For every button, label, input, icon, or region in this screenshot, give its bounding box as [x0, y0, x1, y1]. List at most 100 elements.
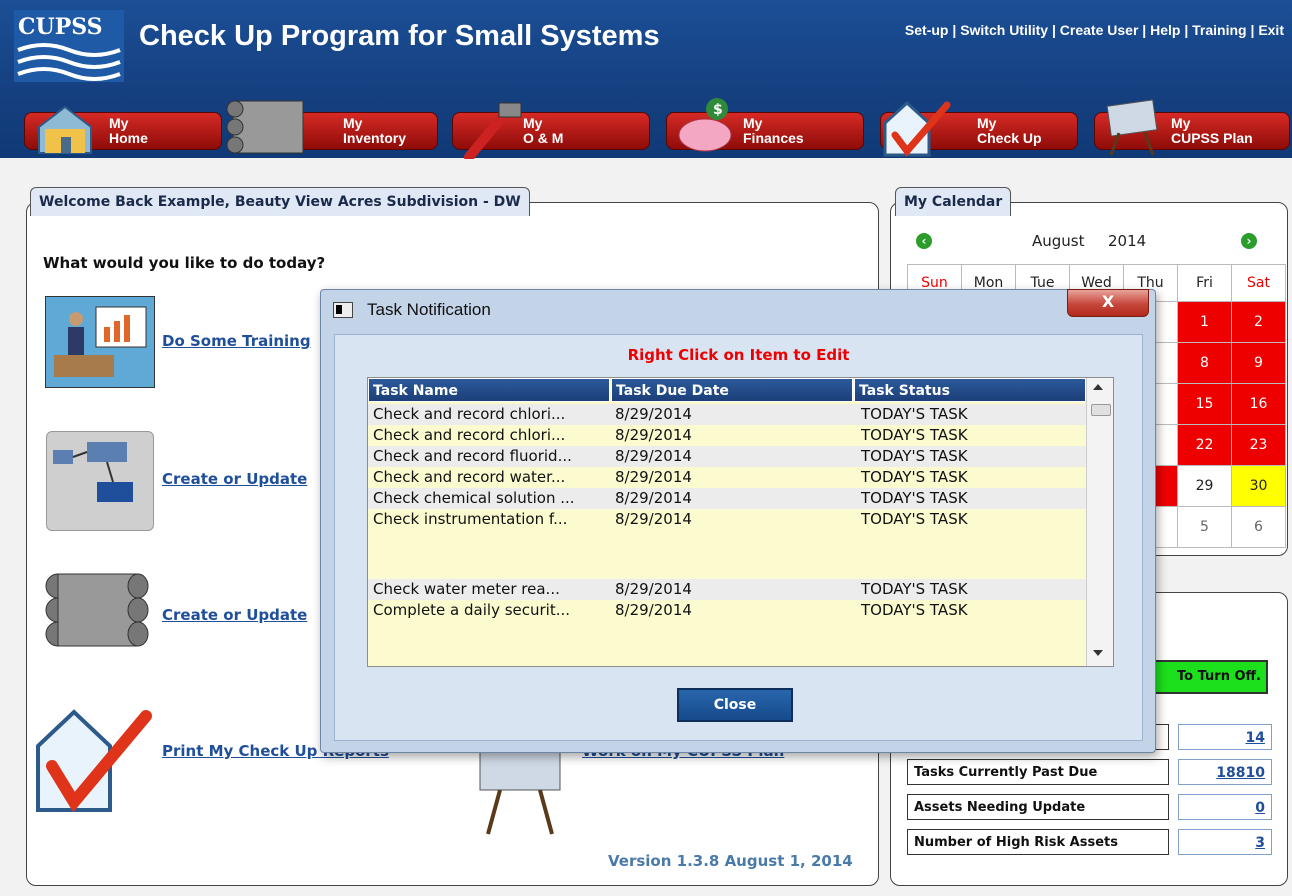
task-due-date-cell: 8/29/2014 — [615, 405, 692, 423]
task-grid-header: Task Name Task Due Date Task Status — [368, 378, 1086, 404]
window-icon — [333, 302, 353, 318]
nav-finances-button[interactable]: $ My Finances — [666, 98, 864, 152]
nav-label-line2: Check Up — [977, 130, 1042, 146]
pipes-icon[interactable] — [40, 568, 152, 652]
house-icon — [33, 103, 103, 159]
calendar-month: August — [1032, 232, 1085, 250]
task-row[interactable]: Check and record water... 8/29/2014 TODAY'… — [368, 467, 1086, 488]
top-link-exit[interactable]: Exit — [1258, 22, 1284, 38]
link-separator: | — [1048, 22, 1060, 38]
house-checkmark-icon[interactable] — [34, 706, 154, 816]
task-due-date-cell: 8/29/2014 — [615, 489, 692, 507]
house-checkmark-icon — [881, 99, 951, 161]
task-grid: Task Name Task Due Date Task Status Chec… — [367, 377, 1114, 667]
nav-label-line1: My — [977, 115, 997, 131]
plan-easel-icon[interactable] — [470, 740, 570, 836]
nav-cupss-plan-button[interactable]: My CUPSS Plan — [1094, 99, 1290, 156]
cupss-logo-icon: CUPSS — [14, 10, 124, 82]
nav-o-m-button[interactable]: My O & M — [452, 102, 650, 162]
scroll-thumb[interactable] — [1091, 404, 1111, 416]
create-update-link-2[interactable]: Create or Update — [162, 606, 307, 624]
task-name-cell: Complete a daily securit... — [373, 601, 571, 619]
nav-label: My Inventory — [343, 116, 406, 146]
version-label: Version 1.3.8 August 1, 2014 — [608, 852, 853, 870]
task-name-cell: Check instrumentation f... — [373, 510, 568, 528]
prev-month-icon[interactable]: ‹ — [916, 233, 932, 249]
do-training-link[interactable]: Do Some Training — [162, 332, 311, 350]
task-row[interactable]: Complete a daily securit... 8/29/2014 TODA… — [368, 600, 1086, 666]
task-due-date-cell: 8/29/2014 — [615, 426, 692, 444]
scroll-down-icon[interactable] — [1093, 650, 1103, 656]
task-due-date-cell: 8/29/2014 — [615, 447, 692, 465]
column-header-status[interactable]: Task Status — [854, 378, 1086, 402]
task-grid-scrollbar[interactable] — [1086, 378, 1113, 666]
task-name-cell: Check and record fluorid... — [373, 447, 572, 465]
nav-label-line1: My — [1171, 115, 1191, 131]
column-header-due-date[interactable]: Task Due Date — [611, 378, 853, 402]
task-row[interactable]: Check and record fluorid... 8/29/2014 TODA… — [368, 446, 1086, 467]
top-link-help[interactable]: Help — [1150, 22, 1180, 38]
top-link-create-user[interactable]: Create User — [1060, 22, 1139, 38]
nav-home-button[interactable]: My Home — [24, 105, 222, 154]
calendar-day[interactable]: 15 — [1177, 383, 1232, 425]
link-separator: | — [1138, 22, 1151, 38]
task-row[interactable]: Check and record chlori... 8/29/2014 TODAY… — [368, 425, 1086, 446]
create-update-link-1[interactable]: Create or Update — [162, 470, 307, 488]
calendar-year: 2014 — [1108, 232, 1147, 250]
nav-label: My Finances — [743, 116, 804, 146]
svg-text:$: $ — [713, 102, 723, 118]
calendar-day[interactable]: 8 — [1177, 342, 1232, 384]
task-due-date-cell: 8/29/2014 — [615, 601, 692, 619]
task-name-cell: Check and record chlori... — [373, 405, 566, 423]
top-link-set-up[interactable]: Set-up — [905, 22, 949, 38]
dialog-body: Right Click on Item to Edit Task Name Ta… — [334, 334, 1143, 741]
task-row[interactable]: Check and record chlori... 8/29/2014 TODAY… — [368, 404, 1086, 425]
system-diagram-icon[interactable] — [46, 431, 154, 531]
column-header-task-name[interactable]: Task Name — [368, 378, 610, 402]
nav-label: My O & M — [523, 116, 563, 146]
link-separator: | — [1180, 22, 1193, 38]
app-header: CUPSS Check Up Program for Small Systems… — [0, 0, 1292, 162]
calendar-day[interactable]: 16 — [1231, 383, 1286, 425]
task-status-cell: TODAY'S TASK — [861, 468, 968, 486]
top-link-training[interactable]: Training — [1192, 22, 1246, 38]
top-link-switch-utility[interactable]: Switch Utility — [960, 22, 1048, 38]
notification-toggle-button[interactable]: To Turn Off. — [1138, 660, 1268, 694]
calendar-day-today[interactable]: 30 — [1231, 465, 1286, 507]
task-status-cell: TODAY'S TASK — [861, 405, 968, 423]
task-name-cell: Check chemical solution ... — [373, 489, 575, 507]
close-button[interactable]: Close — [677, 688, 793, 722]
scroll-up-icon[interactable] — [1093, 384, 1103, 390]
assets-needing-update-value[interactable]: 0 — [1178, 794, 1272, 820]
calendar-day[interactable]: 23 — [1231, 424, 1286, 466]
task-status-cell: TODAY'S TASK — [861, 510, 968, 528]
task-row[interactable]: Check chemical solution ... 8/29/2014 TODA… — [368, 488, 1086, 509]
nav-check-up-button[interactable]: My Check Up — [880, 100, 1078, 157]
calendar-day[interactable]: 5 — [1177, 506, 1232, 548]
dialog-close-x-button[interactable]: X — [1067, 289, 1149, 317]
nav-label-line2: Finances — [743, 130, 804, 146]
next-month-icon[interactable]: › — [1241, 233, 1257, 249]
nav-label-line1: My — [743, 115, 763, 131]
task-row[interactable]: Check water meter rea... 8/29/2014 TODAY'S… — [368, 579, 1086, 600]
dialog-hint: Right Click on Item to Edit — [627, 346, 850, 364]
task-row[interactable]: Check instrumentation f... 8/29/2014 TODAY… — [368, 509, 1086, 579]
calendar-day[interactable]: 1 — [1177, 301, 1232, 343]
calendar-day[interactable]: 9 — [1231, 342, 1286, 384]
stat-value-link[interactable]: 14 — [1178, 724, 1272, 750]
tasks-past-due-label: Tasks Currently Past Due — [907, 759, 1169, 785]
calendar-day[interactable]: 6 — [1231, 506, 1286, 548]
top-links: Set-up | Switch Utility | Create User | … — [905, 22, 1284, 38]
svg-text:CUPSS: CUPSS — [18, 14, 103, 40]
training-presentation-icon[interactable] — [45, 296, 155, 388]
nav-label-line1: My — [523, 115, 543, 131]
nav-label-line2: Home — [109, 130, 148, 146]
nav-inventory-button[interactable]: My Inventory — [226, 100, 438, 154]
calendar-day[interactable]: 2 — [1231, 301, 1286, 343]
high-risk-assets-label: Number of High Risk Assets — [907, 829, 1169, 855]
nav-label-line1: My — [109, 115, 129, 131]
calendar-day[interactable]: 22 — [1177, 424, 1232, 466]
high-risk-assets-value[interactable]: 3 — [1178, 829, 1272, 855]
tasks-past-due-value[interactable]: 18810 — [1178, 759, 1272, 785]
calendar-day[interactable]: 29 — [1177, 465, 1232, 507]
